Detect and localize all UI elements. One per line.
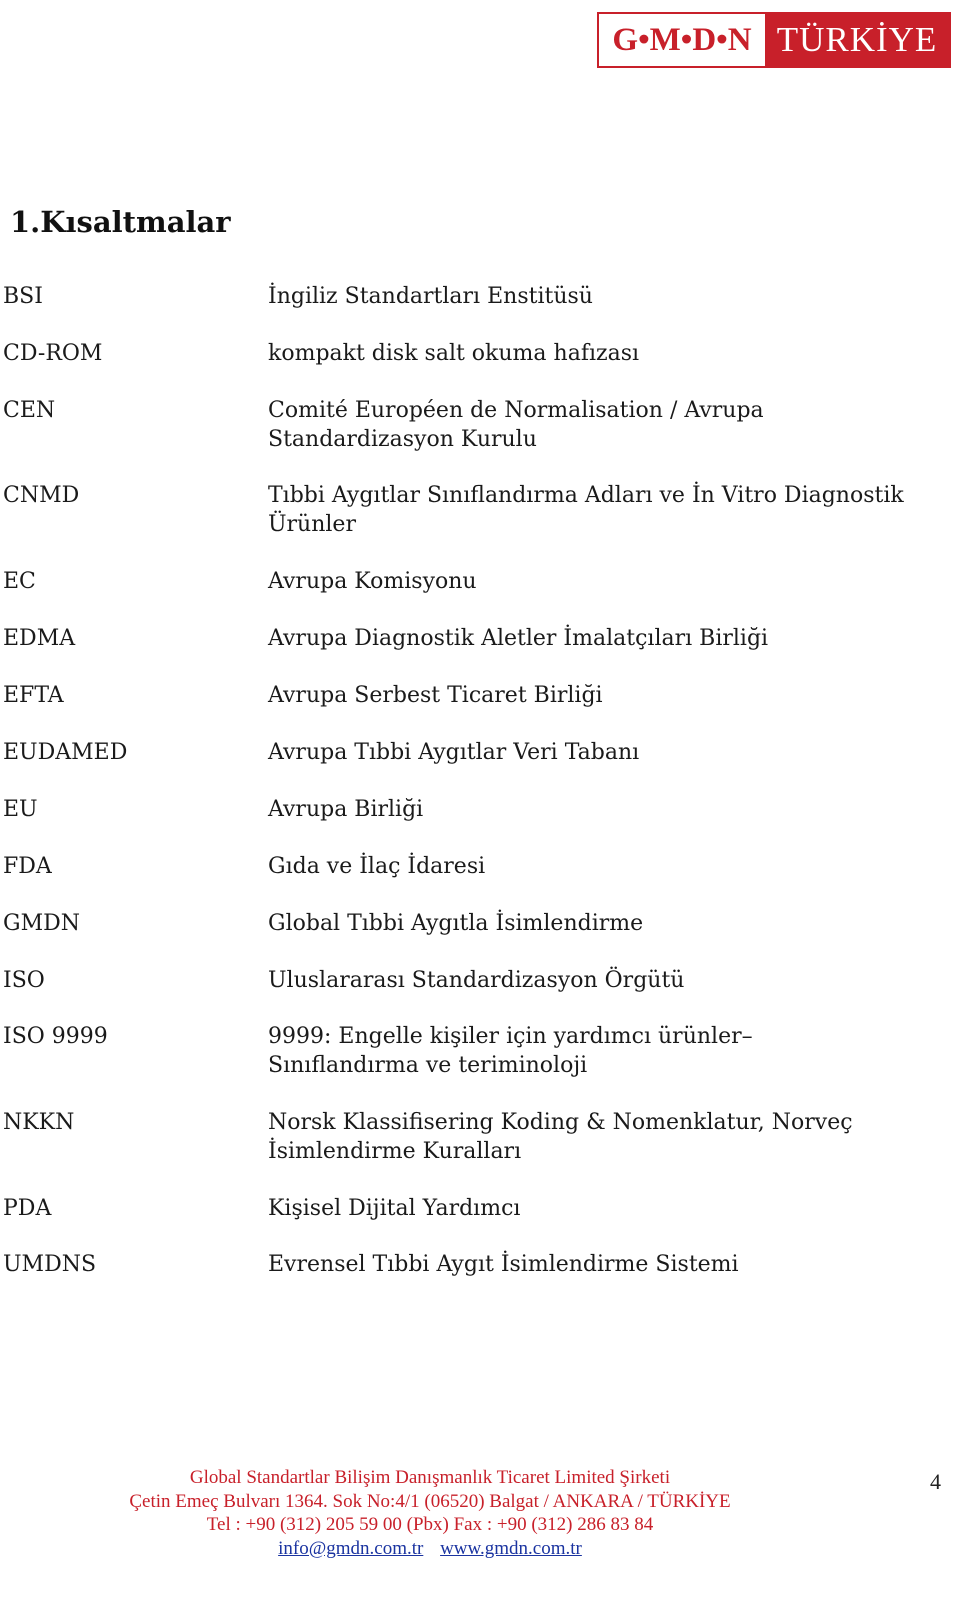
footer-address: Çetin Emeç Bulvarı 1364. Sok No:4/1 (065… (129, 1490, 731, 1512)
abbreviation-definition: Avrupa Birliği (268, 797, 424, 822)
abbreviation-term: CEN (3, 398, 56, 423)
abbreviation-definition: Norsk Klassifisering Koding & Nomenklatu… (268, 1110, 853, 1164)
abbreviation-term: CNMD (3, 483, 80, 508)
abbreviation-definition: Avrupa Komisyonu (268, 569, 477, 594)
abbreviation-definition: Kişisel Dijital Yardımcı (268, 1196, 521, 1221)
abbreviation-term: CD-ROM (3, 341, 103, 366)
section-heading: 1.Kısaltmalar (10, 205, 231, 239)
abbreviation-term: EFTA (3, 683, 64, 708)
abbreviation-definition: Evrensel Tıbbi Aygıt İsimlendirme Sistem… (268, 1252, 739, 1277)
abbreviation-term: UMDNS (3, 1252, 97, 1277)
abbreviation-term: EDMA (3, 626, 76, 651)
abbreviation-term: EUDAMED (3, 740, 128, 765)
abbreviation-definition: Gıda ve İlaç İdaresi (268, 854, 486, 879)
page-footer: Global Standartlar Bilişim Danışmanlık T… (0, 1466, 860, 1560)
footer-company: Global Standartlar Bilişim Danışmanlık T… (189, 1467, 671, 1488)
abbreviation-definition: 9999: Engelle kişiler için yardımcı ürün… (268, 1024, 753, 1078)
page-number: 4 (930, 1469, 941, 1494)
abbreviation-definition: Global Tıbbi Aygıtla İsimlendirme (268, 911, 644, 936)
abbreviation-term: EU (3, 797, 38, 822)
abbreviation-term: BSI (3, 284, 43, 309)
abbreviation-definition: Avrupa Diagnostik Aletler İmalatçıları B… (268, 626, 769, 651)
abbreviation-term: FDA (3, 854, 52, 879)
gmdn-turkiye-logo: G•M•D•N TÜRKİYE (597, 12, 951, 68)
abbreviation-definition: Comité Européen de Normalisation / Avrup… (268, 398, 764, 452)
footer-phone-fax: Tel : +90 (312) 205 59 00 (Pbx) Fax : +9… (206, 1514, 654, 1535)
logo-turkiye-text: TÜRKİYE (765, 14, 949, 66)
abbreviation-definition: kompakt disk salt okuma hafızası (268, 341, 640, 366)
abbreviation-definition: Avrupa Serbest Ticaret Birliği (268, 683, 603, 708)
abbreviation-definition: İngiliz Standartları Enstitüsü (268, 284, 593, 309)
abbreviation-term: ISO 9999 (3, 1024, 108, 1049)
abbreviation-term: GMDN (3, 911, 80, 936)
abbreviation-term: EC (3, 569, 36, 594)
abbreviation-definition: Tıbbi Aygıtlar Sınıflandırma Adları ve İ… (268, 483, 904, 537)
abbreviation-definition: Avrupa Tıbbi Aygıtlar Veri Tabanı (268, 740, 640, 765)
logo-gmdn-text: G•M•D•N (612, 21, 752, 58)
footer-email-link[interactable]: info@gmdn.com.tr (278, 1538, 423, 1559)
abbreviation-term: PDA (3, 1196, 52, 1221)
abbreviation-term: ISO (3, 968, 45, 993)
abbreviation-term: NKKN (3, 1110, 75, 1135)
abbreviation-definition: Uluslararası Standardizasyon Örgütü (268, 968, 685, 993)
footer-website-link[interactable]: www.gmdn.com.tr (440, 1538, 582, 1559)
